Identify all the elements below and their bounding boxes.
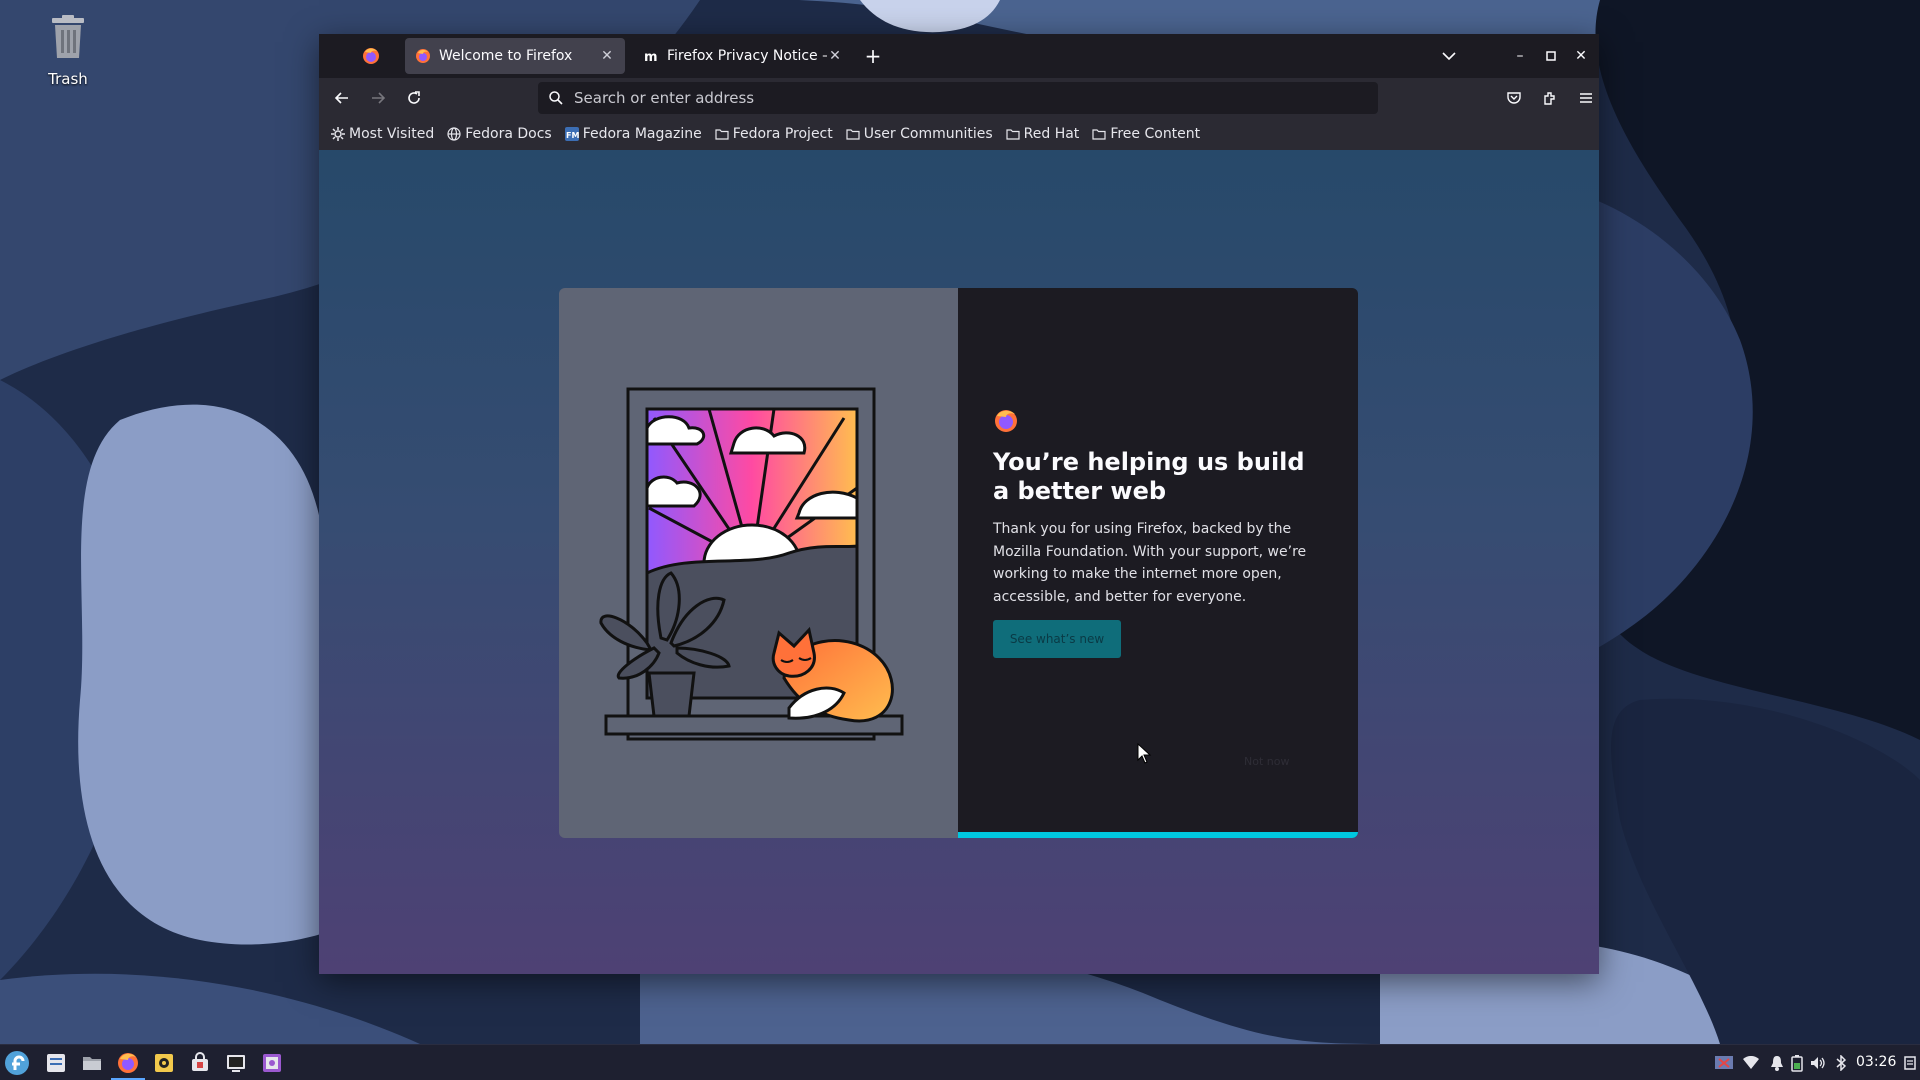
fedora-menu-icon[interactable] bbox=[4, 1050, 30, 1076]
music-player-icon[interactable] bbox=[151, 1050, 177, 1076]
trash-label: Trash bbox=[48, 70, 88, 88]
bookmark-fedora-docs[interactable]: Fedora Docs bbox=[447, 126, 552, 142]
navigation-toolbar bbox=[319, 78, 1599, 118]
address-bar[interactable] bbox=[538, 82, 1378, 114]
bookmark-label: Most Visited bbox=[349, 126, 435, 142]
software-store-icon[interactable] bbox=[187, 1050, 213, 1076]
tab-close-icon[interactable]: ✕ bbox=[599, 48, 615, 64]
folder-icon bbox=[715, 129, 729, 140]
bookmark-label: User Communities bbox=[863, 126, 993, 142]
screen-recorder-icon[interactable] bbox=[259, 1050, 285, 1076]
firefox-view-icon[interactable] bbox=[361, 46, 381, 66]
illustration-panel bbox=[559, 288, 958, 838]
bookmark-label: Fedora Project bbox=[732, 126, 833, 142]
tab-title: Firefox Privacy Notice — M bbox=[667, 48, 827, 64]
folder-icon bbox=[846, 129, 860, 140]
update-notifier-icon[interactable] bbox=[1714, 1053, 1734, 1073]
forward-icon[interactable] bbox=[366, 86, 390, 110]
bookmark-free-content[interactable]: Free Content bbox=[1092, 126, 1200, 142]
bookmark-label: Red Hat bbox=[1023, 126, 1080, 142]
hamburger-menu-icon[interactable] bbox=[1574, 86, 1598, 110]
bookmark-fedora-project[interactable]: Fedora Project bbox=[715, 126, 833, 142]
bookmark-most-visited[interactable]: Most Visited bbox=[331, 126, 434, 142]
pocket-icon[interactable] bbox=[1502, 86, 1526, 110]
firefox-favicon-icon bbox=[416, 49, 430, 63]
maximize-icon[interactable] bbox=[1541, 46, 1561, 66]
taskbar: 03:26 bbox=[0, 1044, 1920, 1080]
address-input[interactable] bbox=[574, 89, 1378, 107]
fm-icon: FM bbox=[564, 127, 579, 141]
new-tab-icon[interactable]: + bbox=[863, 46, 883, 66]
welcome-card: You’re helping us build a better web Tha… bbox=[559, 288, 1358, 838]
globe-icon bbox=[447, 127, 461, 141]
clock[interactable]: 03:26 bbox=[1856, 1054, 1896, 1070]
mozilla-favicon-icon: m bbox=[644, 50, 658, 64]
gear-icon bbox=[331, 127, 345, 141]
trash-icon bbox=[52, 15, 84, 58]
bookmark-user-communities[interactable]: User Communities bbox=[846, 126, 993, 142]
message-panel: You’re helping us build a better web Tha… bbox=[958, 288, 1358, 838]
firefox-taskbar-icon[interactable] bbox=[111, 1050, 145, 1080]
bookmark-red-hat[interactable]: Red Hat bbox=[1006, 126, 1080, 142]
window-fox-illustration bbox=[599, 387, 904, 741]
bluetooth-icon[interactable] bbox=[1831, 1053, 1851, 1073]
firefox-logo-icon bbox=[995, 410, 1017, 432]
chevron-down-icon[interactable] bbox=[1439, 46, 1459, 66]
tab-welcome[interactable]: Welcome to Firefox ✕ bbox=[405, 38, 625, 74]
progress-fill bbox=[958, 832, 1358, 838]
svg-text:FM: FM bbox=[566, 131, 579, 140]
show-desktop-icon[interactable] bbox=[1900, 1053, 1920, 1073]
svg-text:m: m bbox=[644, 50, 658, 64]
battery-icon[interactable] bbox=[1787, 1053, 1807, 1073]
folder-icon bbox=[1006, 129, 1020, 140]
trash-desktop-icon[interactable]: Trash bbox=[38, 14, 98, 88]
step-progress-bar bbox=[958, 832, 1358, 838]
reload-icon[interactable] bbox=[402, 86, 426, 110]
extensions-icon[interactable] bbox=[1538, 86, 1562, 110]
bookmark-label: Fedora Magazine bbox=[582, 126, 702, 142]
page-content: You’re helping us build a better web Tha… bbox=[319, 150, 1599, 974]
search-icon bbox=[549, 91, 563, 105]
wifi-icon[interactable] bbox=[1741, 1053, 1761, 1073]
welcome-title: You’re helping us build a better web bbox=[993, 448, 1305, 505]
tab-title: Welcome to Firefox bbox=[439, 48, 573, 64]
see-whats-new-button[interactable]: See what’s new bbox=[993, 620, 1121, 658]
mouse-cursor-icon bbox=[1137, 743, 1152, 764]
tab-privacy-notice[interactable]: m Firefox Privacy Notice — M ✕ bbox=[633, 38, 853, 74]
firefox-window: Welcome to Firefox ✕ m Firefox Privacy N… bbox=[319, 34, 1599, 974]
welcome-body: Thank you for using Firefox, backed by t… bbox=[993, 521, 1307, 605]
tab-bar: Welcome to Firefox ✕ m Firefox Privacy N… bbox=[319, 34, 1599, 78]
bookmark-label: Fedora Docs bbox=[465, 126, 552, 142]
close-window-icon[interactable]: ✕ bbox=[1571, 46, 1591, 66]
notifications-bell-icon[interactable] bbox=[1767, 1053, 1787, 1073]
terminal-icon[interactable] bbox=[223, 1050, 249, 1076]
back-icon[interactable] bbox=[330, 86, 354, 110]
bookmark-label: Free Content bbox=[1110, 126, 1201, 142]
not-now-link[interactable]: Not now bbox=[1244, 755, 1289, 768]
volume-icon[interactable] bbox=[1808, 1053, 1828, 1073]
tab-close-icon[interactable]: ✕ bbox=[827, 48, 843, 64]
minimize-icon[interactable]: – bbox=[1510, 46, 1530, 66]
bookmarks-toolbar: Most Visited Fedora Docs FM Fedora Magaz… bbox=[319, 118, 1599, 150]
bookmark-fedora-magazine[interactable]: FM Fedora Magazine bbox=[564, 126, 702, 142]
folder-icon bbox=[1092, 129, 1106, 140]
file-manager-icon[interactable] bbox=[79, 1050, 105, 1076]
system-settings-icon[interactable] bbox=[43, 1050, 69, 1076]
